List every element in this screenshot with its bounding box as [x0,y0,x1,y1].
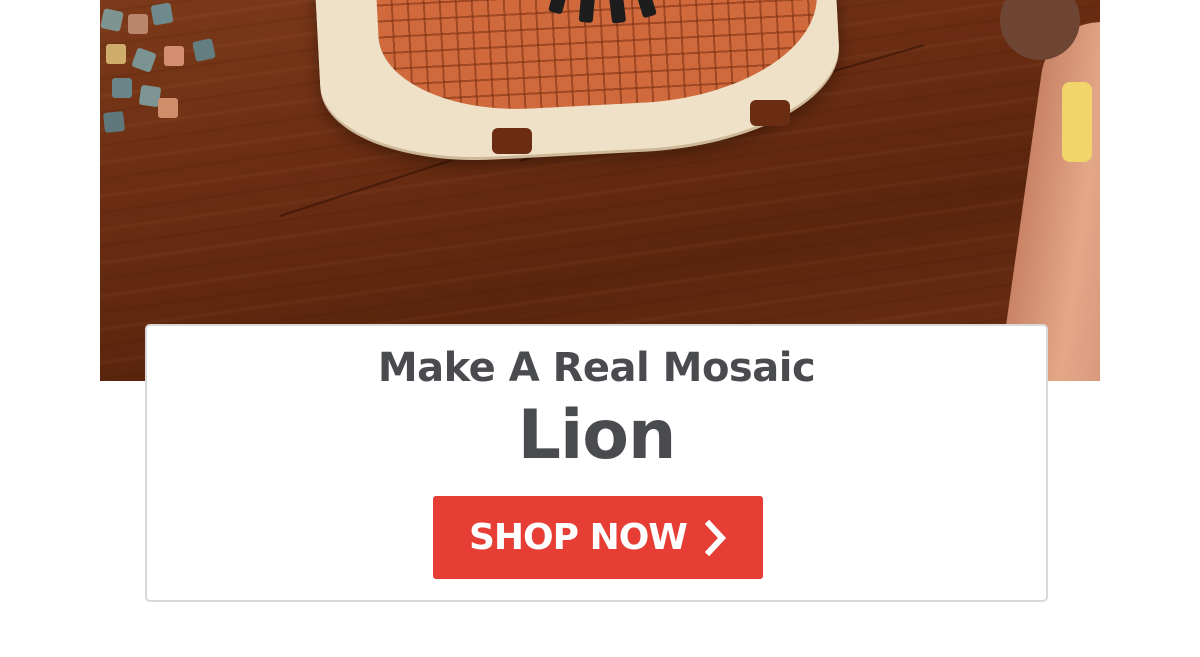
mosaic-stripe [625,0,657,19]
loose-tile [131,47,157,73]
promo-title: Lion [517,396,677,475]
shop-now-label: SHOP NOW [468,517,688,558]
loose-tile [192,38,216,62]
loose-tile [150,2,174,26]
mosaic-stripe [548,0,578,15]
loose-tile [103,111,125,133]
held-tile [1062,82,1092,162]
loose-tile [100,8,124,32]
shop-now-button[interactable]: SHOP NOW [433,496,763,579]
promo-card: Make A Real Mosaic Lion SHOP NOW [145,324,1048,602]
loose-tile [112,78,132,98]
mosaic-stripe [578,0,599,23]
chevron-right-icon [705,519,727,556]
board-notch [750,100,790,126]
loose-tile [164,46,184,66]
board-notch [492,128,532,154]
loose-tile [158,98,178,118]
loose-tile [128,14,148,34]
promo-subtitle: Make A Real Mosaic [377,345,816,391]
loose-tile [106,44,126,64]
mosaic-stripe [604,0,627,24]
